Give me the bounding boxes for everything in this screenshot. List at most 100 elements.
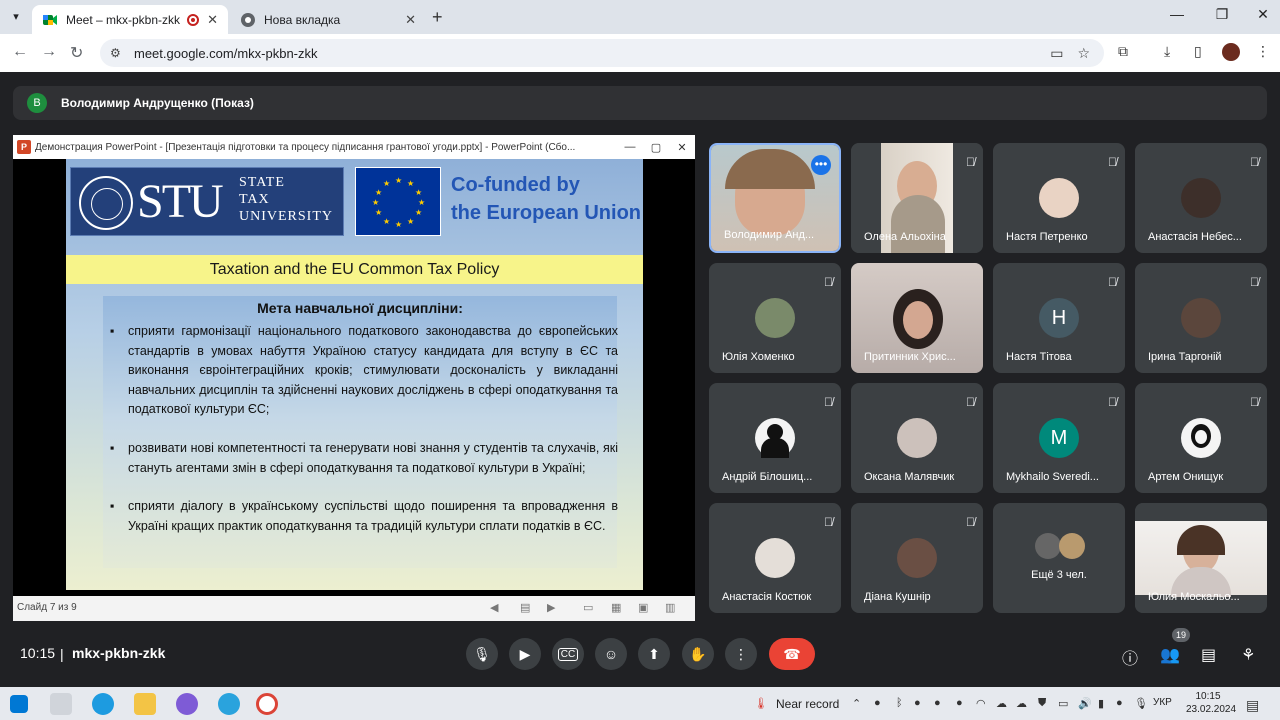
meet-favicon-icon — [43, 14, 57, 25]
tray-app-icon[interactable]: ☁ — [1016, 697, 1027, 710]
shared-screen[interactable]: P Демонстрация PowerPoint - [Презентація… — [13, 135, 695, 621]
maximize-icon[interactable]: ❐ — [1207, 6, 1237, 23]
back-icon[interactable]: ← — [12, 43, 28, 61]
chrome-menu-icon[interactable]: ⋮ — [1256, 43, 1270, 60]
chat-icon[interactable]: ▤ — [1201, 645, 1216, 665]
onedrive-icon[interactable]: ☁ — [996, 697, 1007, 710]
close-icon: ✕ — [677, 141, 687, 154]
network-icon[interactable]: ▭ — [1058, 697, 1068, 710]
microphone-button[interactable]: 🎙 — [466, 638, 498, 670]
participant-name: Андрій Білошиц... — [722, 471, 813, 483]
site-info-icon[interactable]: ⚙ — [110, 46, 124, 60]
people-count-badge: 19 — [1172, 628, 1190, 642]
people-icon[interactable]: 👥 — [1160, 645, 1180, 665]
participant-tile[interactable]: 🎙̸ Настя Петренко — [993, 143, 1125, 253]
participant-tile[interactable]: 🎙̸ Оксана Малявчик — [851, 383, 983, 493]
security-icon[interactable]: ⛊ — [1038, 697, 1046, 710]
battery-icon[interactable]: ▮ — [1098, 697, 1104, 710]
extensions-icon[interactable]: ⧉ — [1118, 43, 1128, 60]
present-screen-icon: ⬆ — [648, 645, 660, 662]
leave-call-button[interactable]: ☎ — [769, 638, 815, 670]
file-explorer-icon[interactable] — [134, 693, 156, 715]
mic-off-icon: 🎙̸ — [1250, 275, 1259, 289]
avatar: Н — [1039, 298, 1079, 338]
avatar — [755, 298, 795, 338]
viber-tray-icon[interactable]: ● — [1116, 697, 1123, 709]
profile-avatar[interactable] — [1222, 43, 1240, 61]
mic-off-icon: 🎙̸ — [824, 515, 833, 529]
participant-tile[interactable]: 🎙̸ Анастасія Небес... — [1135, 143, 1267, 253]
participant-tile[interactable]: Притинник Хрис... — [851, 263, 983, 373]
volume-icon[interactable]: 🔊 — [1078, 697, 1092, 710]
meeting-clock: 10:15 — [20, 645, 56, 661]
participant-tile[interactable]: 🎙̸ Андрій Білошиц... — [709, 383, 841, 493]
wifi-icon[interactable]: ◠ — [976, 697, 986, 710]
more-options-icon[interactable]: ••• — [811, 155, 831, 175]
participant-name: Юлія Хоменко — [722, 351, 795, 363]
mic-off-icon: 🎙̸ — [1108, 155, 1117, 169]
participant-tile[interactable]: 🎙̸ Артем Онищук — [1135, 383, 1267, 493]
presenter-avatar: В — [27, 93, 47, 113]
chrome-taskbar-icon[interactable] — [256, 693, 278, 715]
participant-tile[interactable]: 🎙̸ Н Настя Тітова — [993, 263, 1125, 373]
bookmark-star-icon[interactable]: ☆ — [1077, 45, 1090, 62]
close-window-icon[interactable]: ✕ — [1248, 6, 1278, 23]
bluetooth-icon[interactable]: ᛒ — [896, 697, 903, 709]
side-panel-icon[interactable]: ▯ — [1194, 43, 1202, 60]
presenter-name: Володимир Андрущенко (Показ) — [61, 96, 254, 110]
reload-icon[interactable]: ↻ — [70, 43, 83, 63]
present-button[interactable]: ⬆ — [638, 638, 670, 670]
participant-tile[interactable]: 🎙̸ Анастасія Костюк — [709, 503, 841, 613]
avatar — [755, 538, 795, 578]
participant-tile[interactable]: 🎙̸ Олена Альохіна — [851, 143, 983, 253]
participant-tile[interactable]: 🎙̸ Ірина Таргоній — [1135, 263, 1267, 373]
sorter-view-icon: ▦ — [611, 602, 622, 614]
raise-hand-button[interactable]: ✋ — [682, 638, 714, 670]
url-text: meet.google.com/mkx-pkbn-zkk — [134, 45, 318, 61]
tray-app-icon[interactable]: ● — [914, 697, 921, 709]
participant-tile[interactable]: 🎙̸ M Mykhailo Sveredi... — [993, 383, 1125, 493]
system-clock[interactable]: 10:15 23.02.2024 — [1186, 690, 1236, 716]
new-tab-icon[interactable]: + — [432, 7, 443, 28]
captions-button[interactable]: CC — [552, 638, 584, 670]
meeting-info-icon[interactable]: ⓘ — [1122, 645, 1138, 669]
task-view-icon[interactable] — [50, 693, 72, 715]
participant-tile[interactable]: 🎙̸ Юлія Хоменко — [709, 263, 841, 373]
tab-title: Meet – mkx-pkbn-zkk — [66, 12, 181, 27]
telegram-icon[interactable] — [218, 693, 240, 715]
windows-start-icon[interactable] — [10, 695, 28, 713]
hand-icon: ✋ — [689, 645, 707, 662]
camera-permission-icon[interactable]: ▭ — [1050, 45, 1063, 62]
close-tab-icon[interactable]: ✕ — [405, 12, 416, 28]
tray-app-icon[interactable]: ● — [956, 697, 963, 709]
participant-tile[interactable]: 🎙̸ Діана Кушнір — [851, 503, 983, 613]
mic-off-icon: 🎙̸ — [1108, 395, 1117, 409]
camera-button[interactable]: ▶ — [509, 638, 541, 670]
powerpoint-window-title: Демонстрация PowerPoint - [Презентація п… — [35, 141, 576, 153]
edge-icon[interactable] — [92, 693, 114, 715]
notifications-icon[interactable]: ▤ — [1246, 697, 1259, 714]
tab-search-chevron-icon[interactable]: ▾ — [6, 7, 26, 27]
participant-tile[interactable]: Юлия Москальо... — [1135, 503, 1267, 613]
reactions-button[interactable]: ☺ — [595, 638, 627, 670]
close-tab-icon[interactable]: ✕ — [207, 12, 218, 28]
address-bar[interactable]: ⚙ meet.google.com/mkx-pkbn-zkk ▭ ☆ — [100, 39, 1104, 67]
tray-chevron-icon[interactable]: ⌃ — [852, 697, 861, 710]
forward-icon[interactable]: → — [41, 43, 57, 61]
more-options-button[interactable]: ⋮ — [725, 638, 757, 670]
tray-app-icon[interactable]: ● — [874, 697, 881, 709]
input-language[interactable]: УКР — [1153, 697, 1172, 708]
tab-new[interactable]: Нова вкладка ✕ — [230, 5, 426, 34]
mic-tray-icon[interactable]: 🎙 — [1134, 697, 1148, 710]
downloads-icon[interactable]: ⤓ — [1164, 43, 1170, 60]
tray-app-icon[interactable]: ● — [934, 697, 941, 709]
minimize-icon[interactable]: — — [1162, 6, 1192, 22]
viber-icon[interactable] — [176, 693, 198, 715]
avatar — [897, 418, 937, 458]
activities-icon[interactable]: ⚘ — [1241, 645, 1255, 665]
tab-meet[interactable]: Meet – mkx-pkbn-zkk ✕ — [32, 5, 228, 34]
participant-tile[interactable]: ••• Володимир Анд... — [709, 143, 841, 253]
more-participants-tile[interactable]: Ещё 3 чел. — [993, 503, 1125, 613]
browser-tab-strip: ▾ Meet – mkx-pkbn-zkk ✕ Нова вкладка ✕ +… — [0, 0, 1280, 34]
minimize-icon: — — [624, 141, 636, 153]
